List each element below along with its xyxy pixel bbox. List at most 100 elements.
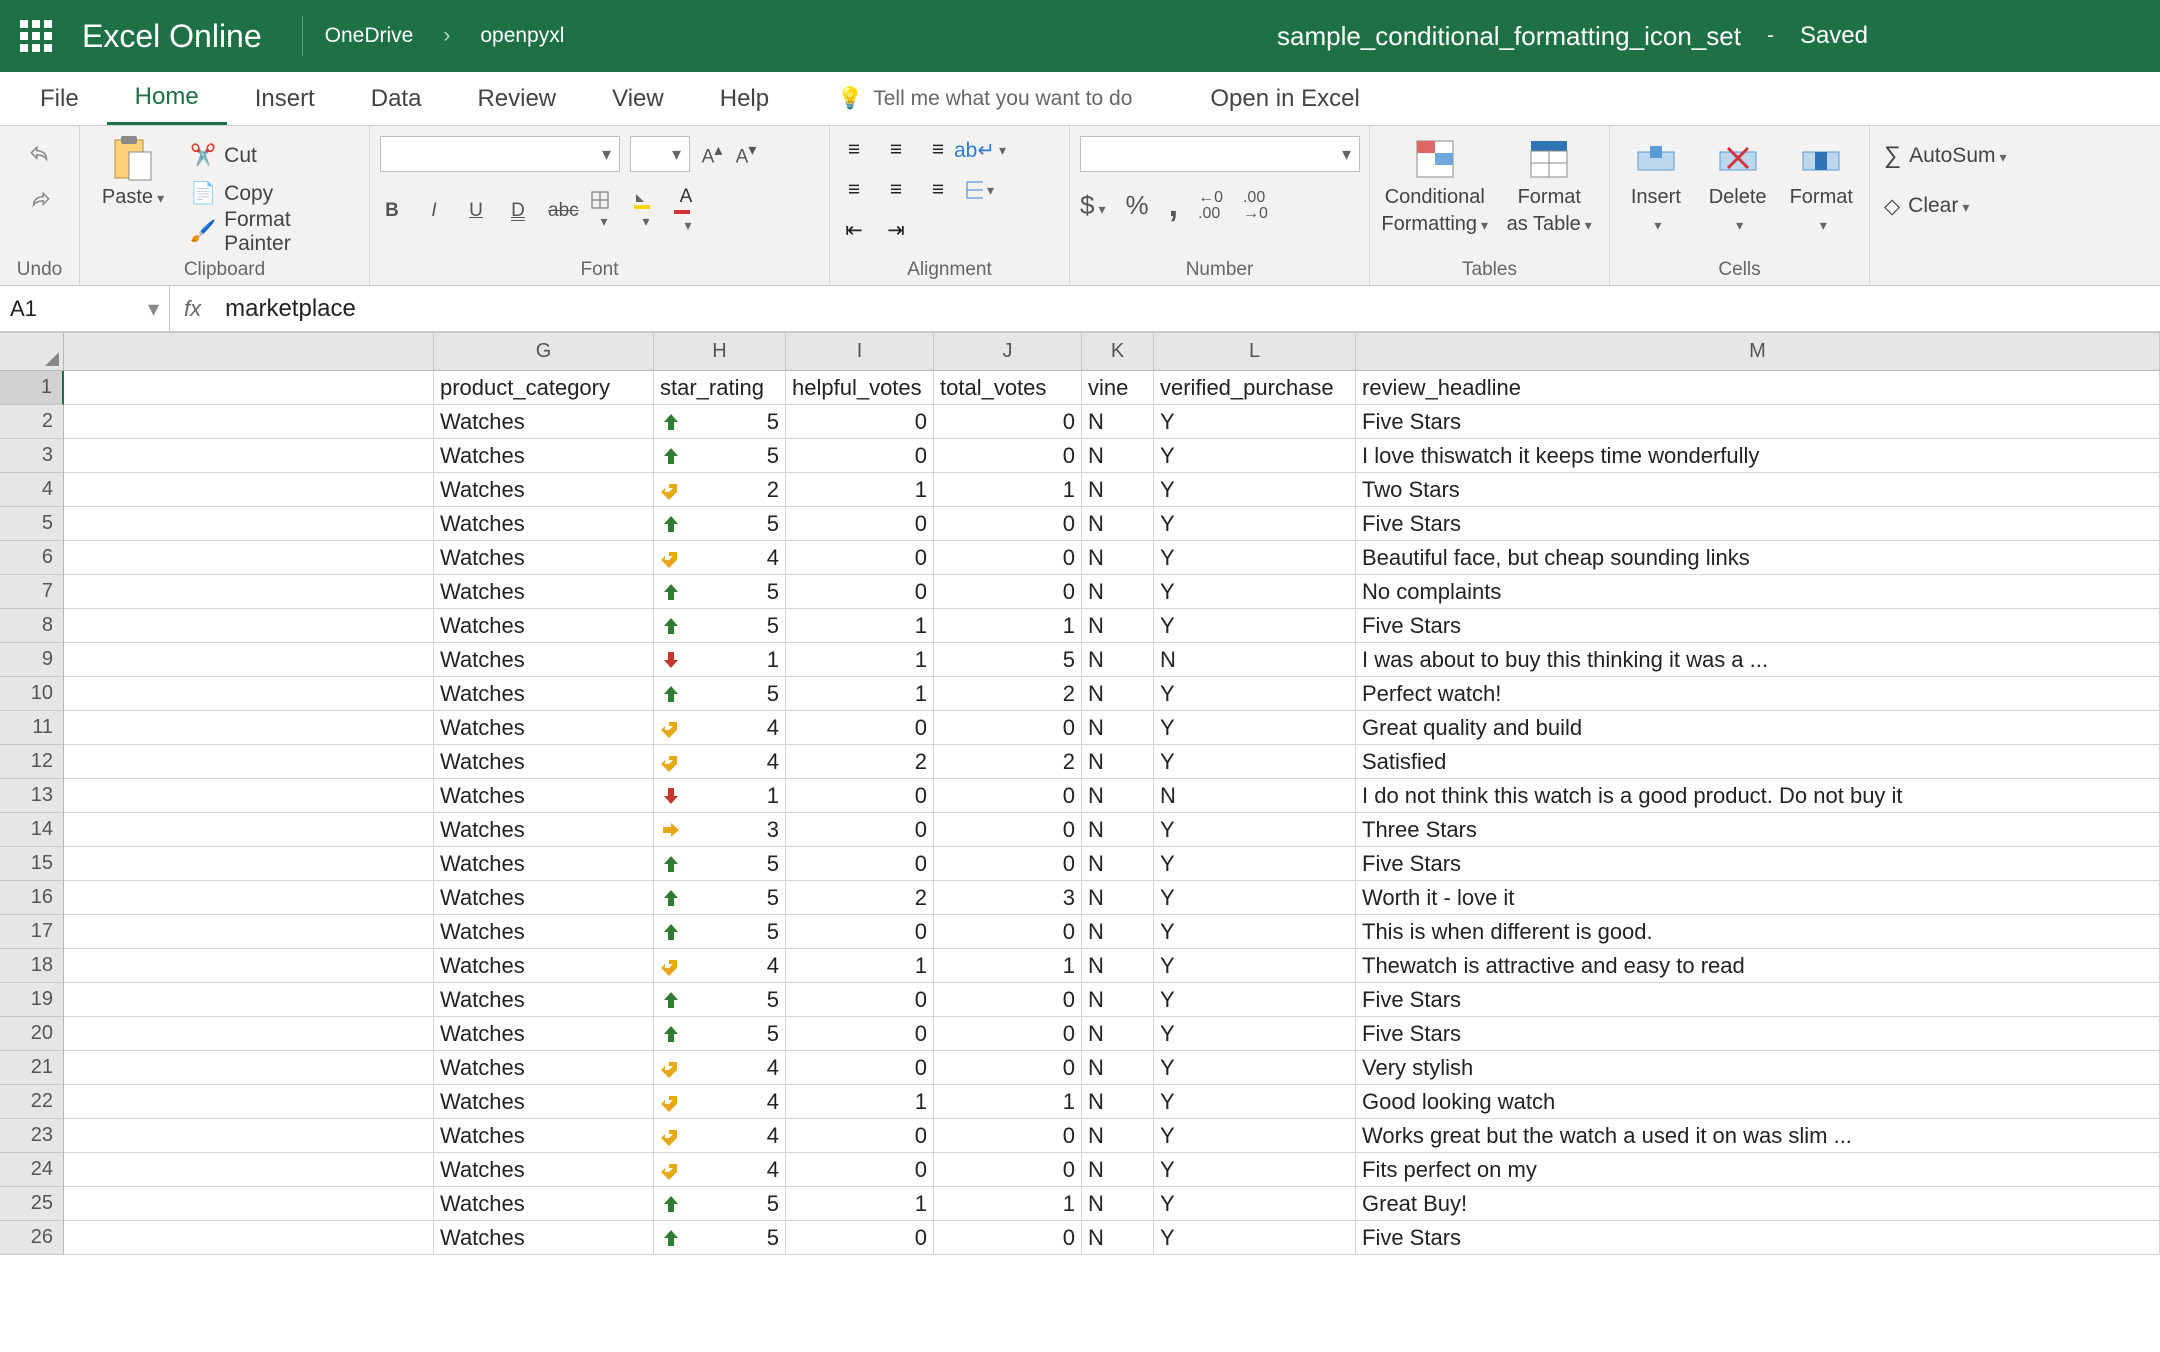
cell[interactable]: N	[1082, 1187, 1154, 1221]
cell[interactable]: I do not think this watch is a good prod…	[1356, 779, 2160, 813]
tab-insert[interactable]: Insert	[227, 72, 343, 125]
conditional-formatting-button[interactable]: Conditional Formatting	[1380, 136, 1489, 236]
column-header-J[interactable]: J	[934, 333, 1082, 371]
cell[interactable]: Watches	[434, 1085, 654, 1119]
cell[interactable]: N	[1082, 1119, 1154, 1153]
cell[interactable]: 0	[786, 541, 934, 575]
cell[interactable]	[64, 439, 434, 473]
align-top-icon[interactable]: ≡	[840, 136, 868, 164]
cell[interactable]	[64, 1119, 434, 1153]
cell[interactable]	[64, 949, 434, 983]
copy-button[interactable]: 📄Copy	[186, 178, 359, 210]
cell[interactable]: Watches	[434, 813, 654, 847]
cell-star-rating[interactable]: 4	[654, 745, 786, 779]
cell[interactable]: 0	[934, 779, 1082, 813]
cell[interactable]: Y	[1154, 1119, 1356, 1153]
cell[interactable]: Y	[1154, 1187, 1356, 1221]
paste-button[interactable]: Paste	[90, 136, 176, 209]
cell[interactable]: 0	[934, 1119, 1082, 1153]
cell[interactable]: 0	[934, 1017, 1082, 1051]
cell[interactable]: Five Stars	[1356, 609, 2160, 643]
cell[interactable]: Y	[1154, 1153, 1356, 1187]
cell[interactable]	[64, 915, 434, 949]
cell[interactable]: Y	[1154, 1221, 1356, 1255]
cell[interactable]: Watches	[434, 1051, 654, 1085]
cell-star-rating[interactable]: 5	[654, 405, 786, 439]
row-header[interactable]: 8	[0, 609, 64, 643]
cell[interactable]: product_category	[434, 371, 654, 405]
column-header-I[interactable]: I	[786, 333, 934, 371]
cell[interactable]	[64, 711, 434, 745]
row-header[interactable]: 1	[0, 371, 64, 405]
column-header-L[interactable]: L	[1154, 333, 1356, 371]
row-header[interactable]: 14	[0, 813, 64, 847]
document-title[interactable]: sample_conditional_formatting_icon_set	[1277, 21, 1741, 52]
cell[interactable]: Watches	[434, 541, 654, 575]
cell[interactable]: N	[1082, 1017, 1154, 1051]
cell[interactable]: N	[1082, 609, 1154, 643]
cell[interactable]: Y	[1154, 813, 1356, 847]
cell-star-rating[interactable]: 5	[654, 1221, 786, 1255]
increase-decimal-button[interactable]: ←0.00	[1198, 190, 1223, 222]
cell[interactable]: N	[1154, 643, 1356, 677]
cell[interactable]: N	[1082, 541, 1154, 575]
column-header-blank[interactable]	[64, 333, 434, 371]
cell[interactable]: Watches	[434, 575, 654, 609]
cell[interactable]: N	[1082, 507, 1154, 541]
cell[interactable]: 1	[786, 1187, 934, 1221]
italic-button[interactable]: I	[422, 200, 446, 222]
cell[interactable]: Y	[1154, 745, 1356, 779]
cell-star-rating[interactable]: 5	[654, 1187, 786, 1221]
cell[interactable]: Watches	[434, 847, 654, 881]
clear-button[interactable]: ◇Clear	[1880, 190, 1973, 222]
cell-star-rating[interactable]: 5	[654, 677, 786, 711]
cell[interactable]: N	[1082, 677, 1154, 711]
cell[interactable]: Watches	[434, 745, 654, 779]
cell[interactable]: 0	[786, 439, 934, 473]
cell[interactable]: Watches	[434, 779, 654, 813]
cell[interactable]: Watches	[434, 881, 654, 915]
column-header-H[interactable]: H	[654, 333, 786, 371]
cell[interactable]: N	[1082, 949, 1154, 983]
cell[interactable]: Watches	[434, 1017, 654, 1051]
cell[interactable]: Watches	[434, 1187, 654, 1221]
cell[interactable]: 1	[786, 1085, 934, 1119]
increase-indent-icon[interactable]: ⇥	[882, 216, 910, 244]
cell[interactable]: Watches	[434, 1221, 654, 1255]
cell[interactable]: 1	[934, 949, 1082, 983]
row-header[interactable]: 24	[0, 1153, 64, 1187]
cell[interactable]: 1	[786, 609, 934, 643]
fill-color-button[interactable]	[632, 190, 656, 232]
align-center-icon[interactable]: ≡	[882, 176, 910, 204]
insert-cells-button[interactable]: Insert	[1620, 136, 1692, 236]
cell[interactable]: star_rating	[654, 371, 786, 405]
cell[interactable]: 0	[786, 711, 934, 745]
row-header[interactable]: 10	[0, 677, 64, 711]
cell-star-rating[interactable]: 5	[654, 507, 786, 541]
cell[interactable]: 0	[934, 507, 1082, 541]
row-header[interactable]: 23	[0, 1119, 64, 1153]
cell[interactable]: Five Stars	[1356, 983, 2160, 1017]
percent-button[interactable]: %	[1126, 190, 1149, 221]
cell[interactable]: N	[1082, 813, 1154, 847]
cell[interactable]: N	[1082, 439, 1154, 473]
cell[interactable]: 0	[934, 813, 1082, 847]
cell[interactable]: 0	[934, 983, 1082, 1017]
cell-star-rating[interactable]: 5	[654, 881, 786, 915]
cell[interactable]: 1	[934, 609, 1082, 643]
cell[interactable]: 1	[786, 949, 934, 983]
row-header[interactable]: 4	[0, 473, 64, 507]
cell[interactable]: verified_purchase	[1154, 371, 1356, 405]
breadcrumb-folder[interactable]: openpyxl	[480, 24, 564, 48]
cell[interactable]: N	[1082, 643, 1154, 677]
tab-help[interactable]: Help	[692, 72, 797, 125]
align-right-icon[interactable]: ≡	[924, 176, 952, 204]
cell[interactable]: 2	[786, 881, 934, 915]
cell[interactable]: 1	[786, 677, 934, 711]
cell[interactable]: 0	[786, 575, 934, 609]
cell[interactable]	[64, 1153, 434, 1187]
cell[interactable]: 2	[934, 745, 1082, 779]
cell[interactable]: Watches	[434, 983, 654, 1017]
cell[interactable]: N	[1082, 915, 1154, 949]
cell[interactable]	[64, 677, 434, 711]
